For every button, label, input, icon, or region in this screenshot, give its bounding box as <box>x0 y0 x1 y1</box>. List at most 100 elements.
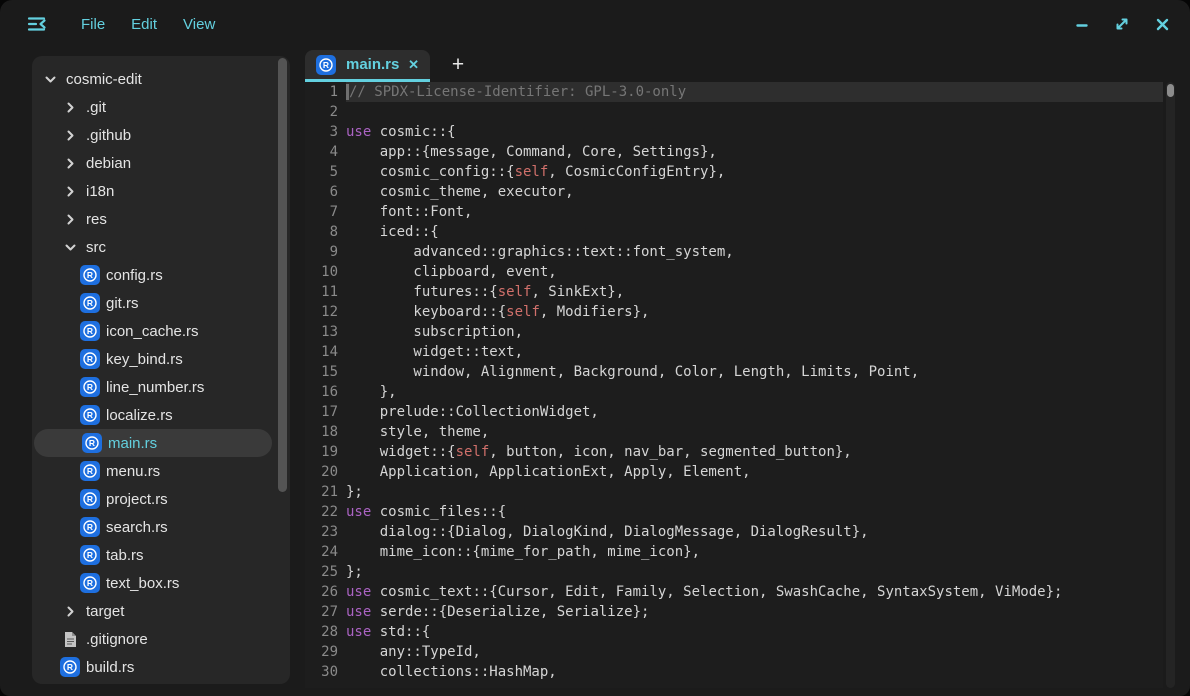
line-number: 20 <box>305 462 346 482</box>
new-tab-button[interactable]: + <box>445 52 471 78</box>
menu-file[interactable]: File <box>68 10 118 39</box>
code-line-17[interactable]: 17 prelude::CollectionWidget, <box>305 402 1163 422</box>
chevron-right-icon[interactable] <box>60 97 80 117</box>
sidebar-item-git-rs[interactable]: Rgit.rs <box>32 289 272 317</box>
chevron-right-icon[interactable] <box>60 209 80 229</box>
sidebar-item-project-rs[interactable]: Rproject.rs <box>32 485 272 513</box>
code-line-11[interactable]: 11 futures::{self, SinkExt}, <box>305 282 1163 302</box>
line-number: 13 <box>305 322 346 342</box>
rust-file-icon: R <box>80 265 100 285</box>
sidebar-item-i18n[interactable]: i18n <box>32 177 272 205</box>
close-button[interactable] <box>1142 7 1182 41</box>
code-text: use cosmic_text::{Cursor, Edit, Family, … <box>346 582 1163 602</box>
sidebar-item-line-number-rs[interactable]: Rline_number.rs <box>32 373 272 401</box>
code-line-29[interactable]: 29 any::TypeId, <box>305 642 1163 662</box>
app-window: FileEditView cosmic-edit.git <box>0 0 1190 696</box>
rust-file-icon: R <box>80 377 100 397</box>
svg-text:R: R <box>87 354 93 364</box>
editor-scrollbar-track[interactable] <box>1166 82 1175 688</box>
sidebar-item-tab-rs[interactable]: Rtab.rs <box>32 541 272 569</box>
menu-edit[interactable]: Edit <box>118 10 170 39</box>
titlebar: FileEditView <box>0 0 1190 48</box>
code-line-12[interactable]: 12 keyboard::{self, Modifiers}, <box>305 302 1163 322</box>
sidebar-item-label: menu.rs <box>106 463 160 480</box>
code-text: collections::HashMap, <box>346 662 1163 682</box>
code-line-4[interactable]: 4 app::{message, Command, Core, Settings… <box>305 142 1163 162</box>
collapse-sidebar-icon[interactable] <box>24 11 50 37</box>
code-line-28[interactable]: 28use std::{ <box>305 622 1163 642</box>
minimize-button[interactable] <box>1062 7 1102 41</box>
line-number: 8 <box>305 222 346 242</box>
tab-main-rs[interactable]: Rmain.rs✕ <box>305 50 430 79</box>
code-line-30[interactable]: 30 collections::HashMap, <box>305 662 1163 682</box>
code-line-18[interactable]: 18 style, theme, <box>305 422 1163 442</box>
chevron-down-icon[interactable] <box>60 237 80 257</box>
tab-close-icon[interactable]: ✕ <box>408 58 419 71</box>
chevron-right-icon[interactable] <box>60 181 80 201</box>
code-text: widget::{self, button, icon, nav_bar, se… <box>346 442 1163 462</box>
line-number: 6 <box>305 182 346 202</box>
code-line-20[interactable]: 20 Application, ApplicationExt, Apply, E… <box>305 462 1163 482</box>
sidebar-item-config-rs[interactable]: Rconfig.rs <box>32 261 272 289</box>
code-line-6[interactable]: 6 cosmic_theme, executor, <box>305 182 1163 202</box>
code-line-10[interactable]: 10 clipboard, event, <box>305 262 1163 282</box>
line-number: 23 <box>305 522 346 542</box>
code-line-27[interactable]: 27use serde::{Deserialize, Serialize}; <box>305 602 1163 622</box>
sidebar-item-gitignore[interactable]: .gitignore <box>32 625 272 653</box>
sidebar-item-menu-rs[interactable]: Rmenu.rs <box>32 457 272 485</box>
sidebar-item-localize-rs[interactable]: Rlocalize.rs <box>32 401 272 429</box>
sidebar-item-key-bind-rs[interactable]: Rkey_bind.rs <box>32 345 272 373</box>
sidebar-item-debian[interactable]: debian <box>32 149 272 177</box>
code-line-21[interactable]: 21}; <box>305 482 1163 502</box>
sidebar-item-label: src <box>86 239 106 256</box>
sidebar-scrollbar-thumb[interactable] <box>278 58 287 492</box>
code-line-1[interactable]: 1// SPDX-License-Identifier: GPL-3.0-onl… <box>305 82 1163 102</box>
svg-text:R: R <box>323 60 329 70</box>
code-editor[interactable]: 1// SPDX-License-Identifier: GPL-3.0-onl… <box>305 82 1163 688</box>
code-line-2[interactable]: 2 <box>305 102 1163 122</box>
code-line-24[interactable]: 24 mime_icon::{mime_for_path, mime_icon}… <box>305 542 1163 562</box>
code-line-22[interactable]: 22use cosmic_files::{ <box>305 502 1163 522</box>
svg-text:R: R <box>67 662 73 672</box>
sidebar-item-search-rs[interactable]: Rsearch.rs <box>32 513 272 541</box>
editor-scrollbar-thumb[interactable] <box>1167 84 1174 97</box>
code-line-15[interactable]: 15 window, Alignment, Background, Color,… <box>305 362 1163 382</box>
sidebar-item-main-rs[interactable]: Rmain.rs <box>34 429 272 457</box>
rust-file-icon: R <box>80 405 100 425</box>
code-line-3[interactable]: 3use cosmic::{ <box>305 122 1163 142</box>
chevron-right-icon[interactable] <box>60 601 80 621</box>
sidebar-item-icon-cache-rs[interactable]: Ricon_cache.rs <box>32 317 272 345</box>
chevron-down-icon[interactable] <box>40 69 60 89</box>
code-line-23[interactable]: 23 dialog::{Dialog, DialogKind, DialogMe… <box>305 522 1163 542</box>
line-number: 3 <box>305 122 346 142</box>
rust-file-icon: R <box>80 545 100 565</box>
code-text: mime_icon::{mime_for_path, mime_icon}, <box>346 542 1163 562</box>
code-line-16[interactable]: 16 }, <box>305 382 1163 402</box>
sidebar-item-label: tab.rs <box>106 547 144 564</box>
sidebar-item-target[interactable]: target <box>32 597 272 625</box>
sidebar-item-label: text_box.rs <box>106 575 179 592</box>
sidebar-item-github[interactable]: .github <box>32 121 272 149</box>
code-line-26[interactable]: 26use cosmic_text::{Cursor, Edit, Family… <box>305 582 1163 602</box>
sidebar-item-build-rs[interactable]: Rbuild.rs <box>32 653 272 681</box>
code-line-14[interactable]: 14 widget::text, <box>305 342 1163 362</box>
code-line-8[interactable]: 8 iced::{ <box>305 222 1163 242</box>
sidebar-item-text-box-rs[interactable]: Rtext_box.rs <box>32 569 272 597</box>
code-line-19[interactable]: 19 widget::{self, button, icon, nav_bar,… <box>305 442 1163 462</box>
code-line-9[interactable]: 9 advanced::graphics::text::font_system, <box>305 242 1163 262</box>
sidebar-item-res[interactable]: res <box>32 205 272 233</box>
code-line-25[interactable]: 25}; <box>305 562 1163 582</box>
chevron-right-icon[interactable] <box>60 153 80 173</box>
sidebar-item-git[interactable]: .git <box>32 93 272 121</box>
menu-view[interactable]: View <box>170 10 228 39</box>
sidebar-item-cosmic-edit[interactable]: cosmic-edit <box>32 65 272 93</box>
code-text: iced::{ <box>346 222 1163 242</box>
code-text: use cosmic::{ <box>346 122 1163 142</box>
code-line-7[interactable]: 7 font::Font, <box>305 202 1163 222</box>
code-line-5[interactable]: 5 cosmic_config::{self, CosmicConfigEntr… <box>305 162 1163 182</box>
chevron-right-icon[interactable] <box>60 125 80 145</box>
code-text: dialog::{Dialog, DialogKind, DialogMessa… <box>346 522 1163 542</box>
sidebar-item-src[interactable]: src <box>32 233 272 261</box>
maximize-button[interactable] <box>1102 7 1142 41</box>
code-line-13[interactable]: 13 subscription, <box>305 322 1163 342</box>
